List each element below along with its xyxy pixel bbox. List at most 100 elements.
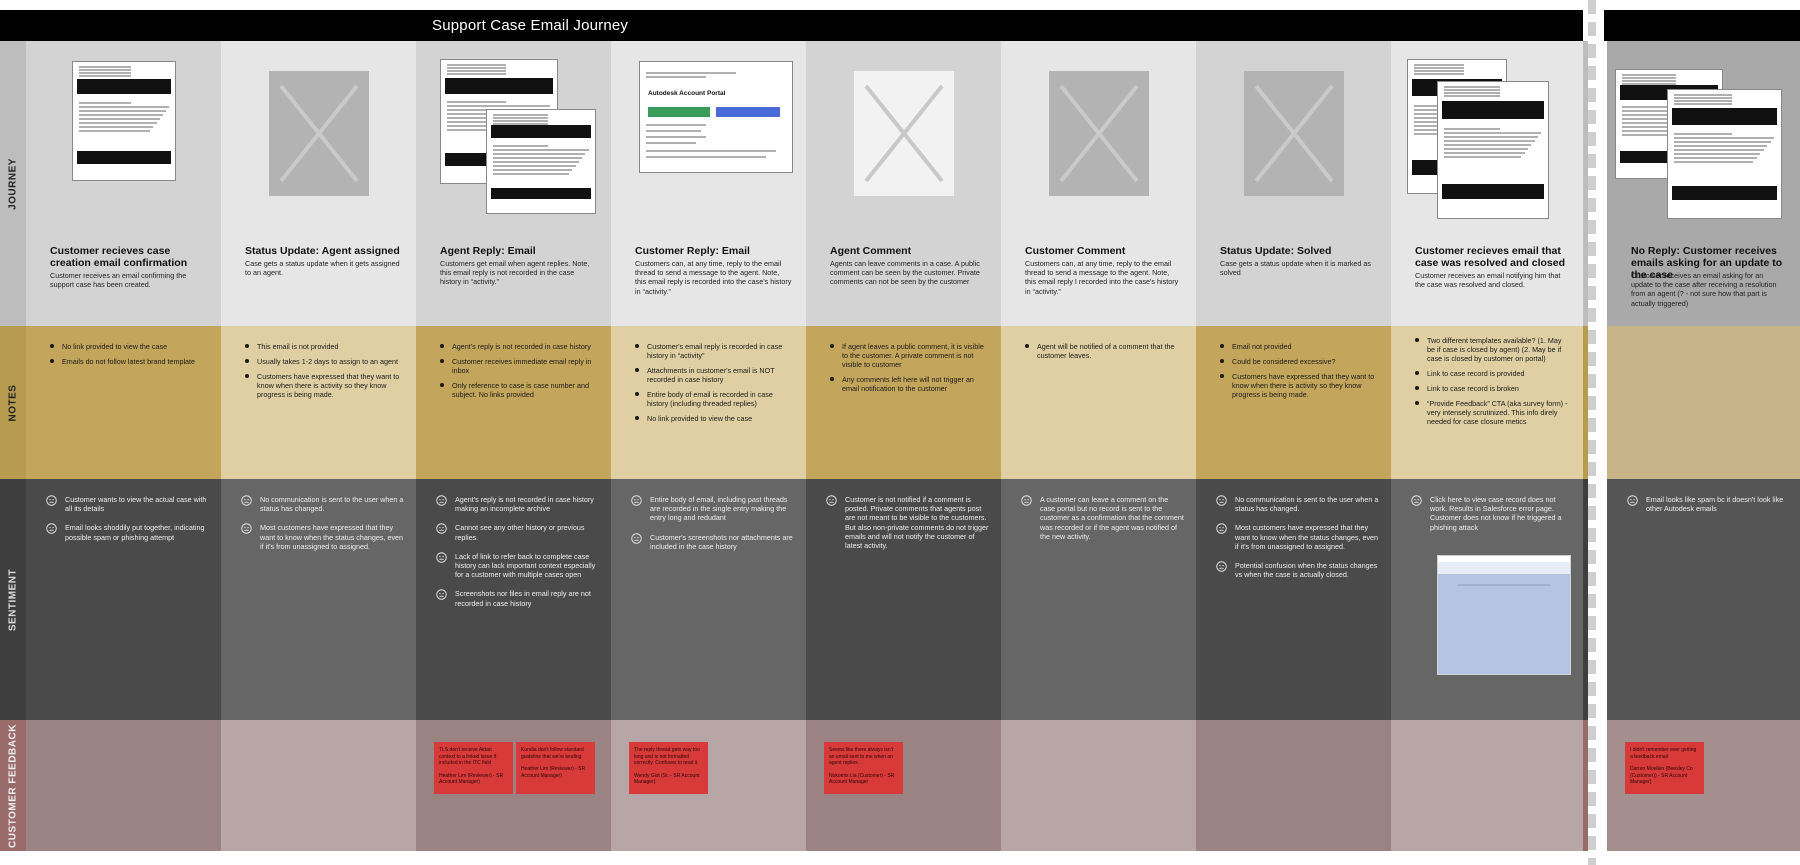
note-item: Any comments left here will not trigger …	[828, 375, 987, 393]
journey-cell-1: Customer recieves case creation email co…	[26, 41, 221, 326]
sentiment-item: Customer wants to view the actual case w…	[46, 495, 209, 513]
frown-face-icon	[46, 523, 57, 535]
note-item: Only reference to case is case number an…	[438, 381, 597, 399]
sentiment-item: No communication is sent to the user whe…	[241, 495, 404, 513]
feedback-quote: Seems like there always isn't an email s…	[829, 747, 894, 766]
note-item: No link provided to view the case	[48, 342, 207, 351]
note-item: Customers have expressed that they want …	[243, 372, 402, 399]
note-item: Emails do not follow latest brand templa…	[48, 357, 207, 366]
sentiment-item: Most customers have expressed that they …	[241, 523, 404, 551]
feedback-sticky-note: Seems like there always isn't an email s…	[824, 742, 903, 794]
journey-step-title: Customer recieves email that case was re…	[1415, 245, 1565, 269]
notes-cell-4: Customer's email reply is recorded in ca…	[611, 326, 806, 479]
sentiment-item: Email looks like spam bc it doesn't look…	[1627, 495, 1788, 513]
note-item: Could be considered excessive?	[1218, 357, 1377, 366]
notes-list: Agent will be notified of a comment that…	[1023, 342, 1182, 366]
email-thumbnail	[1667, 89, 1782, 219]
notes-cell-9	[1607, 326, 1800, 479]
sentiment-text: Most customers have expressed that they …	[1235, 523, 1379, 551]
journey-step-description: Customers can, at any time, reply to the…	[635, 259, 792, 296]
portal-heading: Autodesk Account Portal	[648, 90, 726, 97]
notes-cell-7: Email not provided Could be considered ex…	[1196, 326, 1391, 479]
journey-step-description: Customer receives an email asking for an…	[1631, 271, 1777, 308]
sentiment-list: A customer can leave a comment on the ca…	[1021, 495, 1184, 551]
notes-list: Agent's reply is not recorded in case hi…	[438, 342, 597, 405]
feedback-author: Heather Lim (Reviewer) - SR Account Mana…	[439, 772, 504, 786]
page-title: Support Case Email Journey	[432, 17, 629, 34]
sentiment-text: Email looks shoddily put together, indic…	[65, 523, 205, 542]
feedback-author: Wendy Gist (Sr. - SR Account Manager)	[634, 772, 700, 786]
sentiment-text: Entire body of email, including past thr…	[650, 495, 788, 523]
lane-label-text: JOURNEY	[7, 157, 19, 210]
sentiment-list: Email looks like spam bc it doesn't look…	[1627, 495, 1788, 523]
journey-step-title: Customer Reply: Email	[635, 245, 750, 257]
frown-face-icon	[436, 589, 447, 601]
frown-face-icon	[1216, 495, 1227, 506]
feedback-sticky-note: I didn't remember ever getting a feedbac…	[1625, 742, 1704, 794]
sentiment-cell-3: Agent's reply is not recorded in case hi…	[416, 479, 611, 720]
portal-email-thumbnail: Autodesk Account Portal	[639, 61, 793, 173]
sentiment-list: Click here to view case record does not …	[1411, 495, 1571, 542]
image-placeholder-icon	[853, 71, 954, 196]
frown-face-icon	[1216, 561, 1227, 572]
journey-step-description: Customers get email when agent replies. …	[440, 259, 590, 287]
sentiment-cell-2: No communication is sent to the user whe…	[221, 479, 416, 720]
sentiment-text: Screenshots nor files in email reply are…	[455, 589, 591, 608]
sentiment-text: Customer wants to view the actual case w…	[65, 495, 207, 514]
sentiment-item: Cannot see any other history or previous…	[436, 523, 599, 542]
frown-face-icon	[436, 523, 447, 535]
frown-face-icon	[1021, 495, 1032, 506]
email-thumbnail	[1437, 81, 1549, 219]
feedback-author: Heather Lim (Reviewer) - SR Account Mana…	[521, 766, 586, 779]
frown-face-icon	[1627, 495, 1638, 506]
sentiment-list: Entire body of email, including past thr…	[631, 495, 794, 561]
journey-cell-5: Agent Comment Agents can leave comments i…	[806, 41, 1001, 326]
notes-list: No link provided to view the case Emails …	[48, 342, 207, 372]
sentiment-text: Potential confusion when the status chan…	[1235, 561, 1378, 580]
lane-label-text: NOTES	[7, 384, 19, 421]
sentiment-text: A customer can leave a comment on the ca…	[1040, 495, 1184, 541]
frown-face-icon	[1411, 495, 1422, 506]
notes-cell-8: Two different templates available? (1. M…	[1391, 326, 1583, 479]
sentiment-cell-8: Click here to view case record does not …	[1391, 479, 1583, 720]
journey-step-title: Customer Comment	[1025, 245, 1126, 257]
feedback-cell-2	[221, 720, 416, 851]
lane-strip-right-journey	[1583, 41, 1588, 326]
journey-step-title: Agent Reply: Email	[440, 245, 536, 257]
feedback-cell-1	[26, 720, 221, 851]
email-thumbnail	[486, 109, 596, 214]
sentiment-cell-4: Entire body of email, including past thr…	[611, 479, 806, 720]
feedback-sticky-note: Kundia don't follow standard guideline t…	[516, 742, 595, 794]
feedback-quote: The reply thread gets way too long and i…	[634, 747, 700, 766]
note-item: Two different templates available? (1. M…	[1413, 336, 1569, 363]
image-placeholder-icon	[1243, 71, 1344, 196]
title-bar: Support Case Email Journey	[0, 10, 1583, 41]
sentiment-item: No communication is sent to the user whe…	[1216, 495, 1379, 513]
notes-cell-1: No link provided to view the case Emails …	[26, 326, 221, 479]
journey-step-description: Customer receives an email confirming th…	[50, 271, 187, 290]
sentiment-list: Customer is not notified if a comment is…	[826, 495, 989, 560]
lane-label-notes: NOTES	[0, 326, 26, 479]
frown-face-icon	[46, 495, 57, 506]
note-item: Customer's email reply is recorded in ca…	[633, 342, 792, 360]
image-placeholder-icon	[268, 71, 369, 196]
notes-cell-6: Agent will be notified of a comment that…	[1001, 326, 1196, 479]
lane-label-text: SENTIMENT	[7, 568, 19, 631]
note-item: Customers have expressed that they want …	[1218, 372, 1377, 399]
note-item: Agent will be notified of a comment that…	[1023, 342, 1182, 360]
email-thumbnail	[71, 61, 176, 181]
sentiment-list: No communication is sent to the user whe…	[241, 495, 404, 561]
sentiment-cell-6: A customer can leave a comment on the ca…	[1001, 479, 1196, 720]
notes-list: Customer's email reply is recorded in ca…	[633, 342, 792, 429]
sentiment-cell-1: Customer wants to view the actual case w…	[26, 479, 221, 720]
journey-step-description: Customer receives an email notifying him…	[1415, 271, 1561, 290]
sentiment-list: Agent's reply is not recorded in case hi…	[436, 495, 599, 618]
sentiment-text: Customer is not notified if a comment is…	[845, 495, 989, 551]
lane-label-journey: JOURNEY	[0, 41, 26, 326]
section-divider	[1588, 0, 1596, 865]
feedback-author: Nokomis Lia (Customer) - SR Account Mana…	[829, 772, 895, 786]
journey-step-description: Agents can leave comments in a case. A p…	[830, 259, 980, 287]
sentiment-text: No communication is sent to the user whe…	[260, 495, 404, 514]
sentiment-text: Email looks like spam bc it doesn't look…	[1646, 495, 1784, 514]
note-item: Link to case record is provided	[1413, 369, 1569, 378]
